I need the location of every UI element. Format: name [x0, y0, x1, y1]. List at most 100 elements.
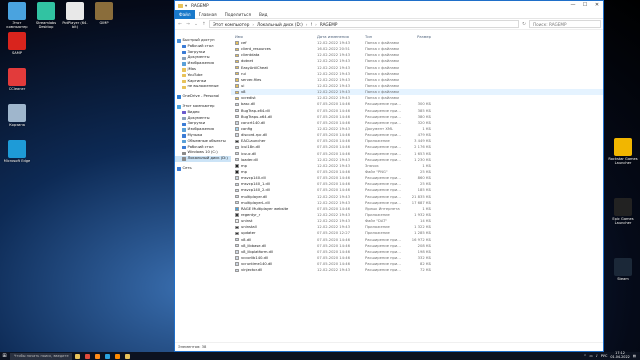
- refresh-icon[interactable]: ↻: [521, 22, 527, 27]
- telegram-icon: [104, 353, 110, 359]
- nav-item-icon: [182, 151, 186, 155]
- nav-item-icon: [182, 56, 186, 60]
- desktop-shortcut[interactable]: Streamlabs Desktop: [31, 2, 61, 29]
- nav-item-icon: [182, 79, 186, 84]
- status-bar: Элементов: 38: [175, 342, 603, 351]
- file-icon: [235, 188, 239, 193]
- nav-item[interactable]: Сеть: [175, 166, 231, 172]
- folder-icon: [235, 96, 239, 101]
- nav-item-icon: [177, 105, 181, 109]
- address-bar[interactable]: Этот компьютер › Локальный диск (D:) › ! › …: [209, 20, 519, 28]
- up-arrow-icon[interactable]: ↑: [201, 22, 207, 27]
- tab-home[interactable]: Главная: [195, 10, 221, 19]
- file-row[interactable]: vinjector.dll 12.02.2022 19:43 Расширение …: [231, 267, 603, 273]
- folder-icon: [235, 53, 239, 58]
- folder-icon: [235, 90, 239, 94]
- search-input[interactable]: Поиск: RAGEMP: [529, 20, 601, 28]
- file-icon: [235, 207, 239, 211]
- desktop-shortcut[interactable]: Корзина: [2, 104, 32, 127]
- nav-item-icon: [182, 68, 186, 72]
- file-icon: [235, 256, 239, 260]
- file-icon: [235, 151, 239, 156]
- file-name: vinjector.dll: [241, 268, 263, 273]
- forward-arrow-icon[interactable]: →: [185, 22, 191, 27]
- desktop-shortcut-label: GIMP: [99, 21, 109, 25]
- file-icon: [235, 237, 239, 242]
- maximize-button[interactable]: ☐: [579, 1, 591, 10]
- desktop-shortcut-label: Rockstar Games Launcher: [608, 157, 638, 166]
- back-arrow-icon[interactable]: ←: [177, 22, 183, 27]
- folder-icon: [235, 65, 239, 70]
- nav-item-icon: [177, 95, 181, 99]
- file-icon: [235, 121, 239, 125]
- close-button[interactable]: ✕: [591, 1, 603, 10]
- desktop-shortcut[interactable]: Epic Games Launcher: [608, 198, 638, 225]
- nav-item-icon: [182, 145, 186, 150]
- desktop-shortcut[interactable]: Microsoft Edge: [2, 140, 32, 163]
- taskbar-app-telegram[interactable]: [102, 352, 112, 360]
- file-icon: [235, 194, 239, 199]
- file-icon: [235, 145, 239, 150]
- file-icon: [235, 268, 239, 272]
- chevron-up-icon[interactable]: ^: [584, 354, 587, 358]
- taskbar-app-chrome[interactable]: [82, 352, 92, 360]
- app-icon: [614, 198, 632, 216]
- breadcrumb-item[interactable]: Этот компьютер: [213, 22, 249, 27]
- breadcrumb-item[interactable]: Локальный диск (D:): [257, 22, 303, 27]
- breadcrumb-item[interactable]: RAGEMP: [320, 22, 338, 27]
- file-icon: [235, 225, 239, 229]
- nav-item-icon: [182, 116, 186, 121]
- breadcrumb-item[interactable]: !: [310, 22, 312, 27]
- clock[interactable]: 17:12 01.04.2022: [610, 351, 629, 360]
- language-indicator[interactable]: РУС: [601, 354, 607, 358]
- file-date: 12.02.2022 19:43: [317, 268, 350, 273]
- minimize-button[interactable]: —: [567, 1, 579, 10]
- recent-locations-icon[interactable]: ⌄: [193, 22, 199, 27]
- desktop-shortcut-label: Epic Games Launcher: [612, 217, 634, 226]
- file-icon: [235, 231, 239, 236]
- nav-item-label: Локальный диск (D:): [187, 156, 228, 161]
- desktop-shortcut[interactable]: SAMP: [2, 32, 32, 55]
- desktop-shortcut-label: CCleaner: [8, 87, 26, 91]
- file-icon: [235, 115, 239, 119]
- volume-icon[interactable]: ♪: [596, 354, 598, 358]
- app-icon: [95, 2, 113, 20]
- desktop-shortcut[interactable]: Этот компьютер: [2, 2, 32, 29]
- file-icon: [235, 170, 239, 174]
- windows-start-icon[interactable]: ⊞: [0, 352, 9, 360]
- file-icon: [235, 127, 239, 131]
- taskbar-apps: [72, 352, 132, 360]
- desktop-shortcut-label: Корзина: [9, 123, 25, 127]
- file-icon: [235, 133, 239, 137]
- desktop-shortcut[interactable]: Steam: [608, 258, 638, 281]
- taskbar-app-firefox[interactable]: [92, 352, 102, 360]
- file-icon: [235, 213, 239, 217]
- network-icon[interactable]: ▭: [589, 354, 592, 358]
- tab-share[interactable]: Поделиться: [221, 10, 255, 19]
- nav-item-icon: [182, 110, 186, 115]
- file-explorer-icon: [74, 353, 80, 359]
- chrome-icon: [84, 353, 90, 359]
- desktop-shortcut-label: Streamlabs Desktop: [35, 21, 57, 30]
- nav-item-icon: [182, 157, 186, 161]
- taskbar-app-explorer-open[interactable]: [122, 352, 132, 360]
- app-icon: [8, 2, 26, 20]
- taskbar-app-vlc[interactable]: [112, 352, 122, 360]
- app-icon: [614, 138, 632, 156]
- tab-file[interactable]: Файл: [175, 9, 195, 19]
- taskbar-app-file-explorer[interactable]: [72, 352, 82, 360]
- file-icon: [235, 164, 239, 168]
- taskbar-search-input[interactable]: Чтобы начать поиск, введите запрос здесь: [10, 352, 72, 360]
- desktop-shortcut[interactable]: CCleaner: [2, 68, 32, 91]
- desktop-shortcut[interactable]: GIMP: [89, 2, 119, 25]
- address-bar-row: ← → ⌄ ↑ Этот компьютер › Локальный диск (…: [175, 19, 603, 30]
- folder-icon: [235, 72, 239, 76]
- quick-access-toolbar-icon[interactable]: ▾: [185, 3, 187, 8]
- desktop-shortcut[interactable]: PotPlayer (64-bit): [60, 2, 90, 29]
- folder-icon: [235, 47, 239, 51]
- folder-icon: [235, 78, 239, 82]
- file-icon: [235, 176, 239, 180]
- tab-view[interactable]: Вид: [255, 10, 272, 19]
- notifications-icon[interactable]: ▤: [633, 354, 636, 358]
- desktop-shortcut[interactable]: Rockstar Games Launcher: [608, 138, 638, 165]
